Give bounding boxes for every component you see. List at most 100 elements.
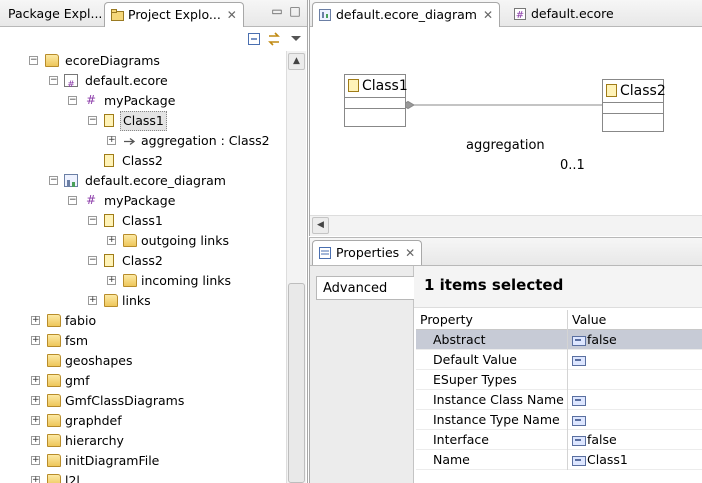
tab-default-ecore[interactable]: # default.ecore — [508, 2, 620, 27]
operations-compartment[interactable] — [345, 108, 405, 119]
value-icon — [572, 395, 586, 406]
collapse-toggle-icon[interactable]: − — [29, 56, 38, 65]
tree-item-label: Class2 — [122, 253, 163, 268]
folder-icon — [47, 454, 61, 467]
attributes-compartment[interactable] — [345, 97, 405, 108]
tree-item-label: graphdef — [65, 413, 122, 428]
class1-name[interactable]: Class1 — [362, 78, 408, 94]
class-icon — [104, 114, 114, 127]
tree-item-label: hierarchy — [65, 433, 124, 448]
close-icon[interactable]: ✕ — [405, 246, 415, 260]
property-name: ESuper Types — [416, 370, 568, 390]
tab-default-ecore-diagram[interactable]: default.ecore_diagram ✕ — [312, 2, 501, 27]
collapse-toggle-icon[interactable]: − — [88, 116, 97, 125]
diagram-editor: default.ecore_diagram ✕ # default.ecore C… — [309, 0, 702, 236]
collapse-toggle-icon[interactable]: − — [88, 256, 97, 265]
expand-toggle-icon[interactable]: + — [31, 396, 40, 405]
property-value[interactable]: false — [568, 330, 702, 350]
property-value[interactable] — [568, 370, 702, 390]
links-folder-icon — [123, 234, 137, 247]
tab-properties[interactable]: Properties ✕ — [312, 240, 423, 265]
table-row[interactable]: ESuper Types — [416, 370, 702, 390]
folder-icon — [47, 374, 61, 387]
folder-icon — [47, 434, 61, 447]
property-value-text: false — [587, 332, 617, 347]
expand-toggle-icon[interactable]: + — [31, 336, 40, 345]
property-name: Abstract — [416, 330, 568, 350]
tree-vertical-scrollbar[interactable]: ▲ — [286, 51, 306, 483]
value-icon — [572, 355, 586, 366]
scroll-thumb[interactable] — [288, 283, 305, 483]
close-icon[interactable]: ✕ — [227, 8, 237, 22]
tab-project-explorer[interactable]: Project Explo... ✕ — [104, 2, 244, 27]
expand-toggle-icon[interactable]: + — [107, 236, 116, 245]
column-header-value[interactable]: Value — [568, 310, 702, 330]
package-icon: # — [85, 93, 97, 107]
collapse-toggle-icon[interactable]: − — [68, 196, 77, 205]
table-row[interactable]: Name Class1 — [416, 450, 702, 470]
diagram-canvas[interactable]: Class1 Class2 aggregation 0..1 — [310, 27, 702, 215]
svg-text:#: # — [67, 80, 75, 89]
view-menu-icon[interactable] — [288, 31, 304, 47]
canvas-horizontal-scrollbar[interactable]: ◀ — [310, 215, 702, 236]
collapse-toggle-icon[interactable]: − — [88, 216, 97, 225]
property-value-text: false — [587, 432, 617, 447]
class2-name[interactable]: Class2 — [620, 83, 666, 99]
expand-toggle-icon[interactable]: + — [31, 316, 40, 325]
scroll-up-arrow-icon[interactable]: ▲ — [288, 53, 305, 70]
operations-compartment[interactable] — [603, 113, 663, 124]
boolean-value-icon — [572, 435, 586, 446]
links-folder-icon — [123, 274, 137, 287]
maximize-icon[interactable]: □ — [288, 4, 302, 18]
property-value[interactable] — [568, 350, 702, 370]
tree-item-label: Class2 — [122, 153, 163, 168]
property-value[interactable]: false — [568, 430, 702, 450]
collapse-all-icon[interactable] — [246, 31, 262, 47]
tree-item-label: fabio — [65, 313, 97, 328]
tab-advanced[interactable]: Advanced — [316, 276, 414, 300]
tree-item-label: Class1 — [120, 111, 167, 131]
scroll-left-arrow-icon[interactable]: ◀ — [312, 217, 329, 234]
table-row[interactable]: Instance Type Name — [416, 410, 702, 430]
expand-toggle-icon[interactable]: + — [31, 436, 40, 445]
tab-package-explorer[interactable]: Package Expl... — [2, 2, 108, 27]
expand-toggle-icon[interactable]: + — [107, 276, 116, 285]
table-row[interactable]: Abstract false — [416, 330, 702, 350]
explorer-toolbar — [0, 27, 307, 51]
property-value[interactable]: Class1 — [568, 450, 702, 470]
table-row[interactable]: Interface false — [416, 430, 702, 450]
link-with-editor-icon[interactable] — [266, 31, 282, 47]
collapse-toggle-icon[interactable]: − — [49, 76, 58, 85]
property-value[interactable] — [568, 410, 702, 430]
class1-node[interactable]: Class1 — [344, 74, 408, 127]
link-name-label[interactable]: aggregation — [466, 138, 545, 153]
property-value[interactable] — [568, 390, 702, 410]
minimize-icon[interactable]: ▭ — [270, 4, 284, 18]
folder-icon — [47, 414, 61, 427]
expand-toggle-icon[interactable]: + — [31, 376, 40, 385]
tree-item-label: Class1 — [122, 213, 163, 228]
multiplicity-label[interactable]: 0..1 — [560, 158, 585, 173]
expand-toggle-icon[interactable]: + — [107, 136, 116, 145]
collapse-toggle-icon[interactable]: − — [49, 176, 58, 185]
class-icon — [606, 84, 617, 97]
collapse-toggle-icon[interactable]: − — [68, 96, 77, 105]
tree-item-label: aggregation : Class2 — [141, 133, 270, 148]
tab-label: default.ecore_diagram — [336, 7, 477, 22]
expand-toggle-icon[interactable]: + — [31, 416, 40, 425]
class2-node[interactable]: Class2 — [602, 79, 666, 132]
expand-toggle-icon[interactable]: + — [31, 476, 40, 483]
tree-item-label: links — [122, 293, 151, 308]
properties-table: Property Value Abstract false Default Va… — [416, 310, 702, 483]
expand-toggle-icon[interactable]: + — [31, 456, 40, 465]
table-row[interactable]: Instance Class Name — [416, 390, 702, 410]
attributes-compartment[interactable] — [603, 102, 663, 113]
close-icon[interactable]: ✕ — [483, 8, 493, 22]
class-icon — [104, 154, 114, 167]
column-header-property[interactable]: Property — [416, 310, 568, 330]
diagram-file-icon — [64, 174, 78, 187]
table-header: Property Value — [416, 310, 702, 330]
table-row[interactable]: Default Value — [416, 350, 702, 370]
tree-item-label: myPackage — [104, 193, 176, 208]
expand-toggle-icon[interactable]: + — [88, 296, 97, 305]
